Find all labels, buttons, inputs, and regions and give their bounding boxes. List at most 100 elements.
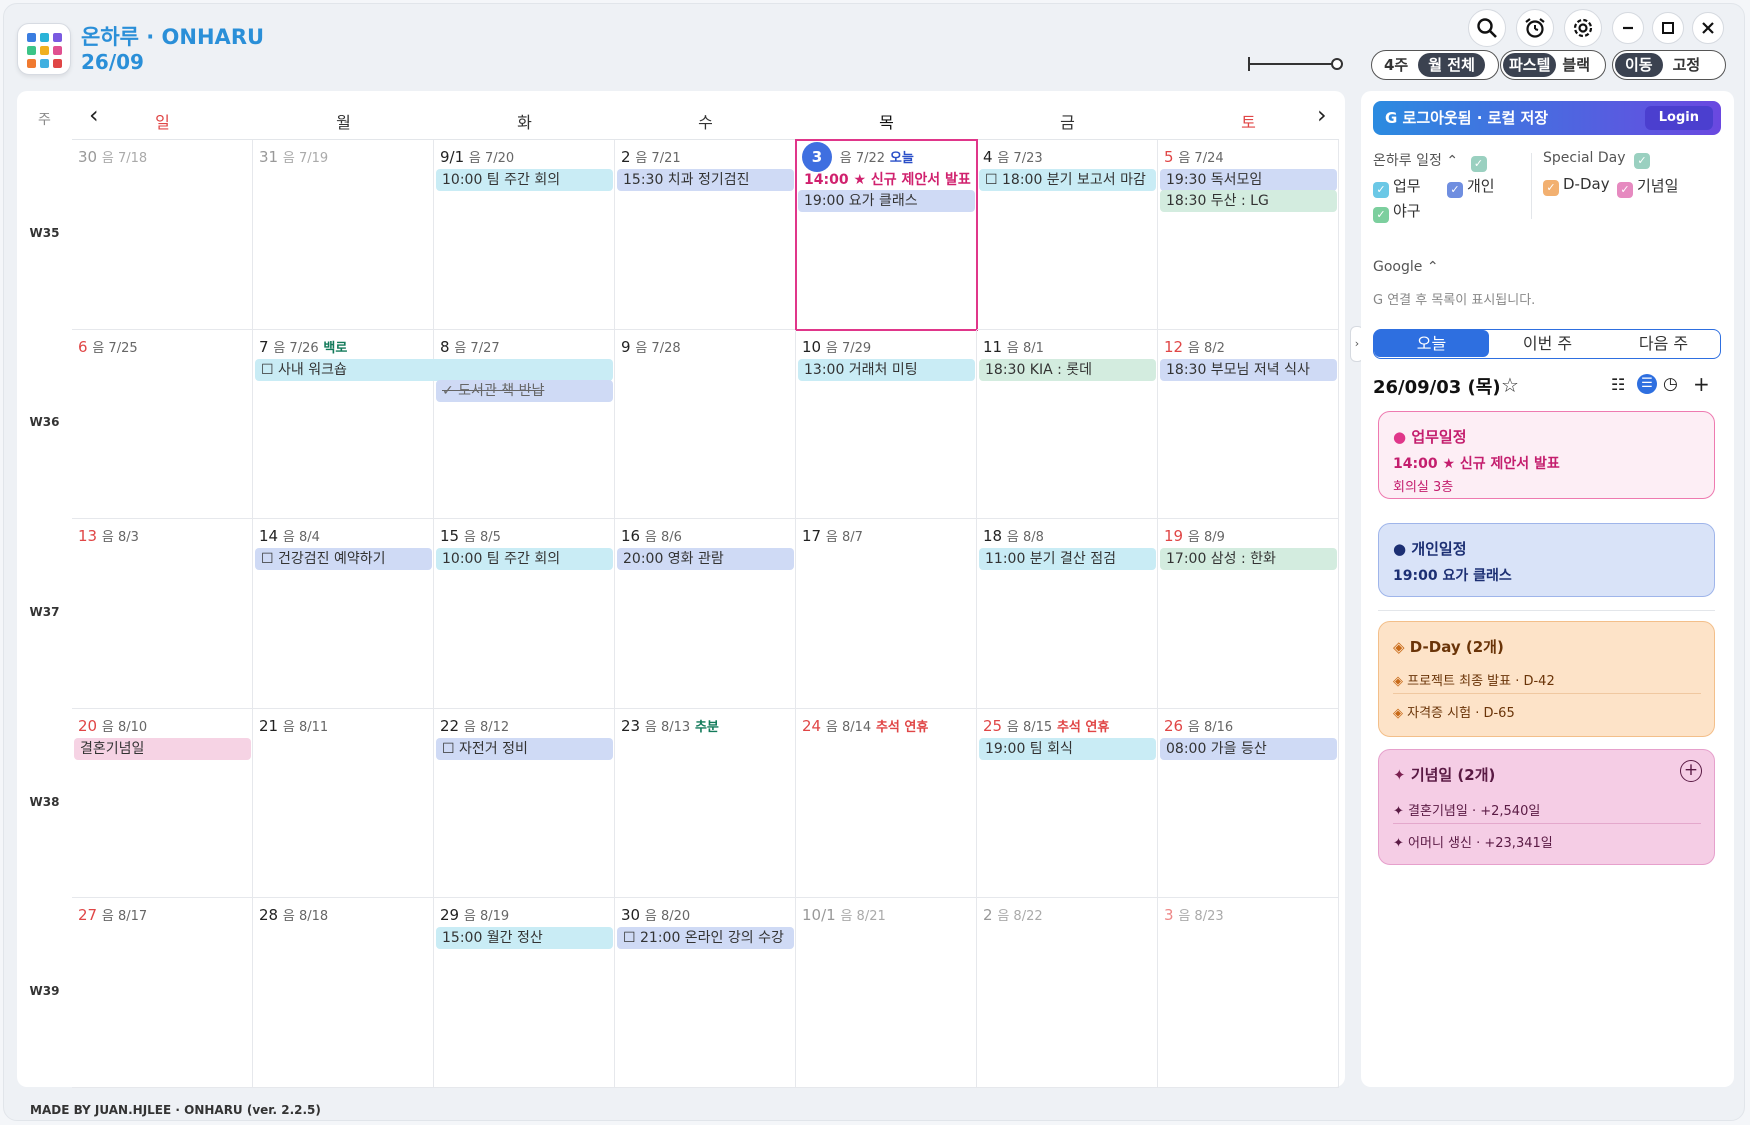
- day-label: 8 음 7/27: [440, 337, 500, 356]
- day-label: 11 음 8/1: [983, 337, 1044, 356]
- day-cell[interactable]: 9 음 7/28: [615, 329, 796, 520]
- maximize-button[interactable]: [1652, 12, 1684, 44]
- diamond-icon: ◈: [1393, 674, 1403, 689]
- calendar-event[interactable]: ☐ 자전거 정비: [436, 737, 613, 760]
- day-number: 8: [440, 337, 450, 356]
- onharu-filter-header[interactable]: 온하루 일정 ⌃ ✓: [1373, 150, 1491, 172]
- day-cell[interactable]: 2 음 8/22: [977, 898, 1158, 1088]
- day-cell[interactable]: 17 음 8/7: [796, 519, 977, 709]
- settings-button[interactable]: [1564, 9, 1602, 47]
- view-4week-option[interactable]: 4주: [1374, 53, 1418, 77]
- lunar-date: 음 8/4: [282, 530, 320, 546]
- filter-dday[interactable]: ✓ D-Day: [1543, 175, 1610, 196]
- time-view-button[interactable]: ◷: [1663, 374, 1678, 394]
- search-button[interactable]: [1468, 9, 1506, 47]
- calendar-event[interactable]: ☐ 건강검진 예약하기: [255, 548, 432, 571]
- theme-black-option[interactable]: 블랙: [1556, 53, 1596, 77]
- close-button[interactable]: [1692, 12, 1724, 44]
- calendar-event[interactable]: 13:00 거래처 미팅: [798, 358, 975, 381]
- calendar-event[interactable]: 19:30 독서모임: [1160, 169, 1337, 191]
- day-cell[interactable]: 30 음 7/18: [72, 140, 253, 330]
- mode-toggle[interactable]: 이동 고정: [1612, 50, 1726, 80]
- day-number: 6: [78, 337, 88, 356]
- weekday-header: 주 ‹ › 일월화수목금토: [17, 91, 1345, 139]
- theme-pastel-option[interactable]: 파스텔: [1503, 53, 1557, 77]
- google-section-header[interactable]: Google ⌃: [1373, 259, 1439, 275]
- filter-personal[interactable]: ✓ 개인: [1447, 175, 1495, 198]
- dday-card[interactable]: ◈ D-Day (2개) ◈ 프로젝트 최종 발표 · D-42 ◈ 자격증 시…: [1378, 621, 1715, 737]
- menu-icon: ☰: [1641, 376, 1653, 391]
- zoom-slider-knob[interactable]: [1331, 58, 1343, 70]
- favorite-button[interactable]: ☆: [1501, 373, 1519, 397]
- add-event-button[interactable]: +: [1693, 372, 1710, 396]
- view-toggle[interactable]: 4주 월 전체: [1371, 50, 1499, 80]
- calendar-event[interactable]: 18:30 부모님 저녁 식사: [1160, 358, 1337, 381]
- dday-item[interactable]: ◈ 자격증 시험 · D-65: [1393, 702, 1515, 721]
- lunar-date: 음 8/15: [1006, 719, 1053, 735]
- day-cell[interactable]: 24 음 8/14 추석 연휴: [796, 708, 977, 899]
- day-cell[interactable]: 21 음 8/11: [253, 708, 434, 899]
- special-all-checkbox[interactable]: ✓: [1634, 153, 1650, 169]
- calendar-event[interactable]: 18:30 두산 : LG: [1160, 190, 1337, 212]
- theme-toggle[interactable]: 파스텔 블랙: [1500, 50, 1606, 80]
- mode-fixed-option[interactable]: 고정: [1663, 53, 1711, 77]
- lunar-date: 음 7/21: [635, 151, 681, 166]
- calendar-event[interactable]: ☐ 21:00 온라인 강의 수강: [617, 927, 794, 950]
- login-button[interactable]: Login: [1644, 106, 1713, 130]
- day-cell[interactable]: 10/1 음 8/21: [796, 898, 977, 1088]
- day-cell[interactable]: 23 음 8/13 추분: [615, 708, 796, 899]
- minimize-button[interactable]: [1612, 12, 1644, 44]
- detail-view-button[interactable]: ☰: [1637, 374, 1657, 394]
- calendar-event[interactable]: 14:00 ★ 신규 제안서 발표: [798, 169, 975, 191]
- lunar-date: 음 8/13: [644, 719, 691, 735]
- day-number: 11: [983, 337, 1003, 356]
- add-anniversary-button[interactable]: +: [1680, 760, 1702, 782]
- personal-schedule-card[interactable]: ● 개인일정 19:00 요가 클래스: [1378, 523, 1715, 597]
- dday-item[interactable]: ◈ 프로젝트 최종 발표 · D-42: [1393, 670, 1555, 689]
- day-cell[interactable]: 31 음 7/19: [253, 140, 434, 330]
- tab-next-week[interactable]: 다음 주: [1606, 330, 1721, 357]
- onharu-all-checkbox[interactable]: ✓: [1470, 156, 1487, 172]
- view-month-option[interactable]: 월 전체: [1418, 53, 1485, 77]
- mode-move-option[interactable]: 이동: [1615, 53, 1663, 77]
- anniversary-card[interactable]: ✦ 기념일 (2개) + ✦ 결혼기념일 · +2,540일 ✦ 어머니 생신 …: [1378, 749, 1715, 865]
- calendar-event[interactable]: 10:00 팀 주간 회의: [436, 169, 613, 191]
- calendar-event[interactable]: 20:00 영화 관람: [617, 548, 794, 571]
- day-cell[interactable]: 6 음 7/25: [72, 329, 253, 520]
- special-day-filter-header[interactable]: Special Day ✓: [1543, 150, 1654, 169]
- tab-this-week[interactable]: 이번 주: [1490, 330, 1605, 357]
- anniversary-item[interactable]: ✦ 어머니 생신 · +23,341일: [1393, 832, 1553, 851]
- filter-baseball[interactable]: ✓ 야구: [1373, 200, 1421, 223]
- calendar-event[interactable]: ☐ 18:00 분기 보고서 마감: [979, 169, 1156, 191]
- calendar-event[interactable]: 08:00 가을 등산: [1160, 737, 1337, 760]
- anniversary-item[interactable]: ✦ 결혼기념일 · +2,540일: [1393, 800, 1540, 819]
- day-cell[interactable]: 27 음 8/17: [72, 898, 253, 1088]
- calendar-event[interactable]: ✓ 도서관 책 반납: [436, 379, 613, 402]
- calendar-event[interactable]: ☐ 사내 워크숍: [255, 358, 613, 381]
- day-label: 30 음 7/18: [78, 147, 147, 166]
- calendar-event[interactable]: 10:00 팀 주간 회의: [436, 548, 613, 571]
- list-view-button[interactable]: ☷: [1611, 375, 1625, 394]
- calendar-event[interactable]: 19:00 팀 회식: [979, 737, 1156, 760]
- day-cell[interactable]: 13 음 8/3: [72, 519, 253, 709]
- work-schedule-card[interactable]: ● 업무일정 14:00 ★ 신규 제안서 발표 회의실 3층: [1378, 411, 1715, 499]
- calendar-event[interactable]: 15:30 치과 정기검진: [617, 169, 794, 191]
- day-cell[interactable]: 3 음 8/23: [1158, 898, 1339, 1088]
- work-card-location: 회의실 3층: [1393, 480, 1454, 495]
- day-cell[interactable]: 28 음 8/18: [253, 898, 434, 1088]
- day-label: 17 음 8/7: [802, 526, 863, 545]
- calendar-event[interactable]: 19:00 요가 클래스: [798, 190, 975, 212]
- calendar-event[interactable]: 17:00 삼성 : 한화: [1160, 548, 1337, 571]
- chevron-up-icon: ⌃: [1426, 259, 1439, 275]
- lunar-date: 음 8/22: [997, 909, 1043, 925]
- alarm-button[interactable]: [1516, 9, 1554, 47]
- calendar-event[interactable]: 결혼기념일: [74, 737, 251, 760]
- filter-work[interactable]: ✓ 업무: [1373, 175, 1421, 198]
- filter-anniversary[interactable]: ✓ 기념일: [1617, 175, 1678, 198]
- zoom-slider[interactable]: [1248, 57, 1343, 71]
- tab-today[interactable]: 오늘: [1374, 330, 1489, 357]
- calendar-event[interactable]: 15:00 월간 정산: [436, 927, 613, 950]
- app-logo[interactable]: [17, 23, 71, 75]
- calendar-event[interactable]: 11:00 분기 결산 점검: [979, 548, 1156, 571]
- calendar-event[interactable]: 18:30 KIA : 롯데: [979, 358, 1156, 381]
